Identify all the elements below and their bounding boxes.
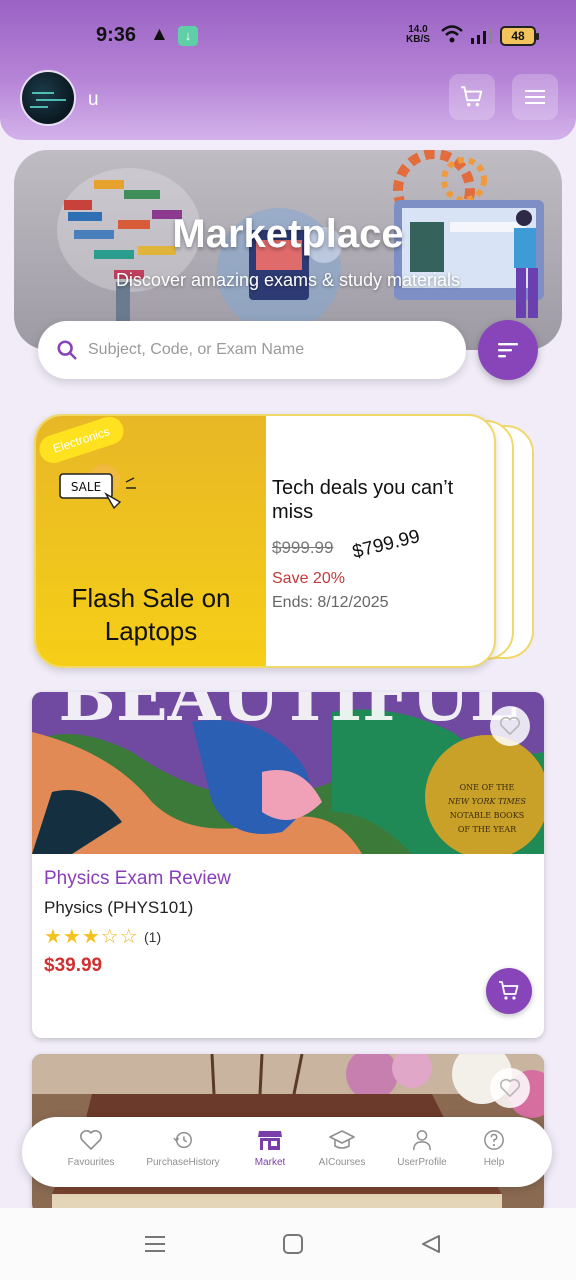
hamburger-menu-icon: [525, 90, 545, 104]
cart-icon: [461, 86, 483, 107]
nav-label: PurchaseHistory: [146, 1157, 220, 1168]
app-header: 9:36 ▲ ↓ 14.0 KB/S 48 u: [0, 0, 576, 140]
nav-help[interactable]: Help: [451, 1129, 537, 1168]
discount-label: Save 20%: [272, 570, 345, 587]
recent-apps-icon[interactable]: [144, 1234, 166, 1254]
history-icon: [173, 1131, 192, 1149]
hero-subtitle: Discover amazing exams & study materials: [115, 270, 461, 290]
bottom-navigation: Favourites PurchaseHistory Market AICour…: [22, 1117, 552, 1187]
product-card[interactable]: BEAUTIFUL ONE OF THE NEW YORK TIMES NOTA…: [32, 692, 544, 1038]
status-bar: 9:36 ▲ ↓ 14.0 KB/S 48: [0, 22, 576, 52]
heart-icon: [499, 716, 521, 735]
svg-text:BEAUTIFUL: BEAUTIFUL: [58, 692, 517, 737]
filter-button[interactable]: [478, 320, 538, 380]
store-icon: [258, 1131, 282, 1150]
deal-end-date: Ends: 8/12/2025: [272, 594, 389, 611]
signal-icon: [471, 28, 492, 44]
product-price: $39.99: [44, 955, 103, 976]
product-title[interactable]: Physics Exam Review: [44, 868, 231, 890]
book-cover-art: BEAUTIFUL ONE OF THE NEW YORK TIMES NOTA…: [32, 692, 544, 854]
sale-price: $799.99: [350, 526, 423, 564]
avatar[interactable]: [20, 70, 76, 126]
hero-title: Marketplace: [172, 212, 404, 256]
system-navigation-bar: [0, 1208, 576, 1280]
deal-info: Tech deals you can’t miss $999.99 $799.9…: [272, 476, 488, 611]
star-rating: ★★★☆☆: [44, 926, 139, 948]
heart-icon: [499, 1078, 521, 1097]
wifi-icon: [441, 25, 463, 43]
sale-megaphone-illustration: SALE: [59, 464, 136, 510]
help-icon: [484, 1130, 504, 1150]
add-to-cart-button[interactable]: [486, 968, 532, 1014]
svg-text:ONE OF THE: ONE OF THE: [460, 783, 515, 792]
network-speed: 14.0 KB/S: [406, 24, 430, 45]
search-bar[interactable]: [38, 321, 466, 379]
cart-button[interactable]: [449, 74, 495, 120]
nav-label: UserProfile: [397, 1157, 447, 1168]
nav-favourites[interactable]: Favourites: [48, 1129, 134, 1168]
nav-label: Help: [483, 1157, 505, 1168]
svg-text:SALE: SALE: [71, 480, 101, 494]
menu-button[interactable]: [512, 74, 558, 120]
favourite-button[interactable]: [490, 706, 530, 746]
nav-purchase-history[interactable]: PurchaseHistory: [140, 1129, 226, 1168]
hero-banner: Marketplace Discover amazing exams & stu…: [14, 150, 562, 350]
nav-label: Market: [254, 1157, 286, 1168]
search-icon: [57, 340, 77, 360]
home-icon[interactable]: [282, 1234, 304, 1254]
rating-count: (1): [144, 929, 162, 945]
favourite-button[interactable]: [490, 1068, 530, 1108]
back-icon[interactable]: [420, 1234, 442, 1254]
cart-icon: [499, 981, 519, 1000]
svg-text:OF THE YEAR: OF THE YEAR: [458, 825, 517, 834]
svg-text:NOTABLE BOOKS: NOTABLE BOOKS: [450, 811, 524, 820]
heart-icon: [80, 1130, 102, 1150]
battery-indicator: 48: [500, 26, 539, 46]
user-icon: [413, 1130, 431, 1151]
nav-label: AICourses: [318, 1157, 366, 1168]
product-image: BEAUTIFUL ONE OF THE NEW YORK TIMES NOTA…: [32, 692, 544, 854]
status-time: 9:36: [96, 24, 137, 46]
graduation-cap-icon: [329, 1130, 355, 1149]
username: u: [88, 89, 99, 110]
deal-card[interactable]: Electronics SALE Flash Sale on Laptops T…: [34, 414, 496, 668]
deal-image: Electronics SALE Flash Sale on Laptops: [36, 416, 266, 666]
search-input[interactable]: [88, 341, 428, 359]
nav-label: Favourites: [67, 1157, 115, 1168]
sort-filter-icon: [498, 343, 518, 358]
original-price: $999.99: [272, 538, 334, 557]
download-icon: ↓: [178, 26, 198, 46]
warning-icon: ▲: [150, 24, 169, 45]
product-subject: Physics (PHYS101): [44, 898, 194, 917]
nav-ai-courses[interactable]: AICourses: [299, 1129, 385, 1168]
svg-text:NEW YORK TIMES: NEW YORK TIMES: [447, 797, 527, 806]
deal-name: Flash Sale on Laptops: [71, 583, 231, 646]
deal-description: Tech deals you can’t miss: [272, 477, 454, 523]
